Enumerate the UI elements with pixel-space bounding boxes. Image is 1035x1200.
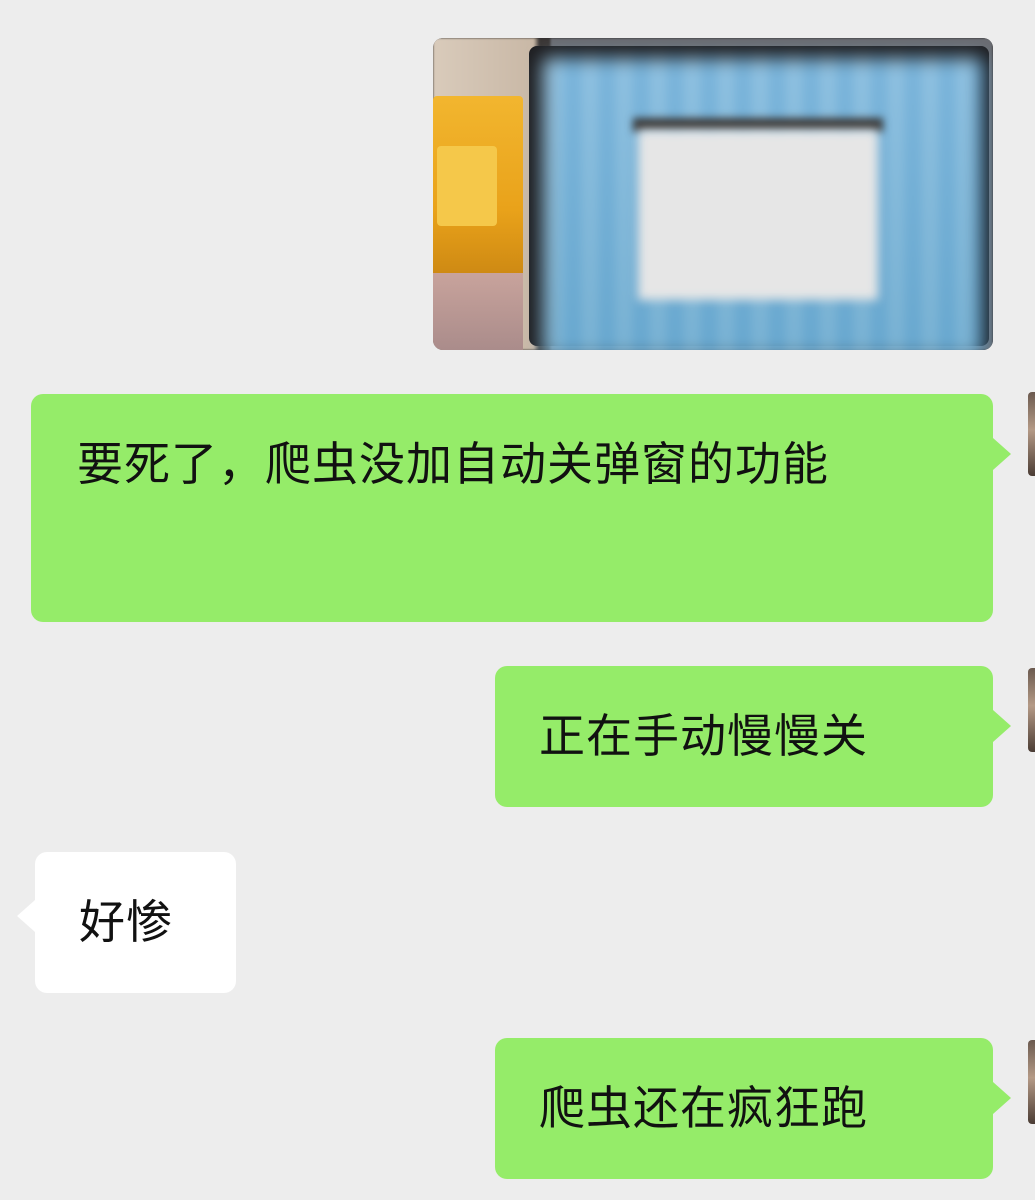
message-text: 要死了，爬虫没加自动关弹窗的功能 xyxy=(77,437,829,491)
photo-box xyxy=(433,273,523,350)
message-text: 好惨 xyxy=(79,895,173,949)
photo-bucket-label xyxy=(437,146,497,226)
message-bubble-sent[interactable]: 要死了，爬虫没加自动关弹窗的功能 xyxy=(31,394,1011,622)
sender-avatar[interactable] xyxy=(1028,668,1035,752)
chat-message-list[interactable]: 要死了，爬虫没加自动关弹窗的功能 正在手动慢慢关 好惨 爬虫还在疯狂跑 xyxy=(0,0,1035,1200)
sender-avatar[interactable] xyxy=(1028,392,1035,476)
message-text: 爬虫还在疯狂跑 xyxy=(539,1081,868,1135)
photo-yellow-bucket xyxy=(433,96,523,286)
message-bubble-sent[interactable]: 爬虫还在疯狂跑 xyxy=(495,1038,1011,1179)
message-text: 正在手动慢慢关 xyxy=(539,709,868,763)
sender-avatar[interactable] xyxy=(1028,1040,1035,1124)
message-bubble-sent[interactable]: 正在手动慢慢关 xyxy=(495,666,1011,807)
image-message[interactable] xyxy=(433,38,993,350)
message-bubble-received[interactable]: 好惨 xyxy=(17,852,236,993)
photo-popup-window xyxy=(638,130,878,300)
